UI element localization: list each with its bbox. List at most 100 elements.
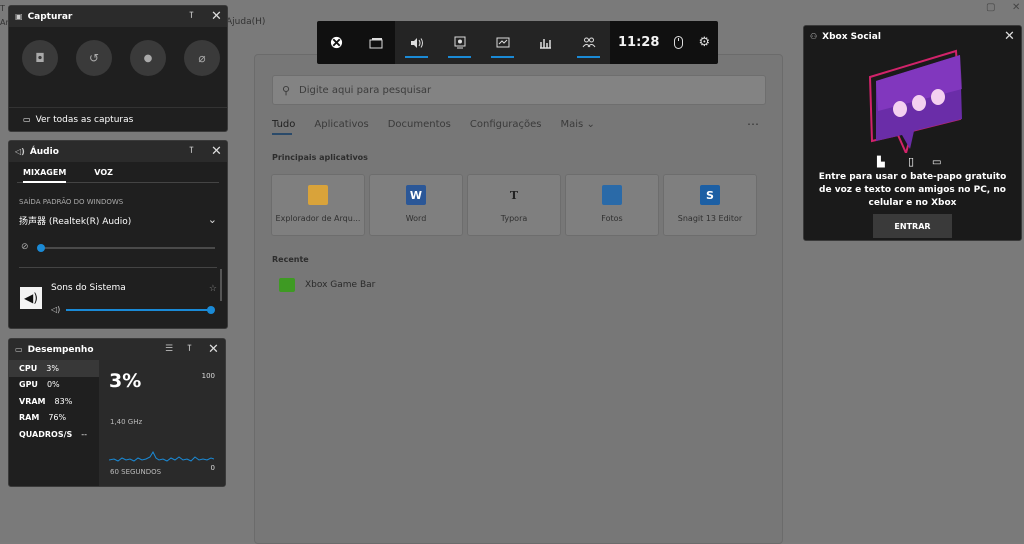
people-icon: ⚇ xyxy=(810,32,818,41)
top-apps-grid: Explorador de Arqu... W Word T Typora Fo… xyxy=(271,174,757,236)
social-body: ▙ ▯ ▭ Entre para usar o bate-papo gratui… xyxy=(804,47,1021,240)
pin-icon[interactable]: ⊺ xyxy=(187,344,198,355)
metric-list: CPU 3% GPU 0% VRAM 83% RAM 76% QUADROS/S -- xyxy=(9,360,99,443)
search-panel: ⚲ Digite aqui para pesquisar Tudo Aplica… xyxy=(254,54,783,544)
capture-icon: ▣ xyxy=(15,12,23,21)
speaker-icon xyxy=(410,37,423,48)
tab-voice[interactable]: VOZ xyxy=(88,162,121,182)
mic-off-icon: ⌀ xyxy=(198,51,206,65)
pin-icon[interactable]: ⊺ xyxy=(189,11,200,22)
app-volume-slider[interactable] xyxy=(66,306,215,314)
device-volume-slider[interactable] xyxy=(37,244,215,252)
search-icon: ⚲ xyxy=(281,83,291,97)
widget-menu-button[interactable] xyxy=(356,21,395,64)
search-tabs: Tudo Aplicativos Documentos Configuraçõe… xyxy=(272,119,614,135)
social-widget-button[interactable] xyxy=(567,21,610,64)
tab-more[interactable]: Mais ⌄ xyxy=(561,119,595,130)
app-volume-knob[interactable] xyxy=(207,306,215,314)
tab-mix[interactable]: MIXAGEM xyxy=(17,162,74,183)
screenshot-button[interactable]: ◘ xyxy=(22,40,58,76)
tab-settings[interactable]: Configurações xyxy=(470,119,542,130)
default-output-label: SAÍDA PADRÃO DO WINDOWS xyxy=(19,198,124,206)
search-input[interactable]: ⚲ Digite aqui para pesquisar xyxy=(272,75,766,105)
recent-item[interactable]: Xbox Game Bar xyxy=(279,278,375,292)
mic-toggle-button[interactable]: ⌀ xyxy=(184,40,220,76)
mouse-button[interactable] xyxy=(665,21,690,64)
resources-widget-button[interactable] xyxy=(524,21,567,64)
pc-icon: ▙ xyxy=(877,157,885,168)
metric-vram[interactable]: VRAM 83% xyxy=(9,393,99,410)
gamebar-icon xyxy=(279,278,295,292)
phone-icon: ▯ xyxy=(908,155,915,168)
app-tile[interactable]: T Typora xyxy=(467,174,561,236)
recent-title: Recente xyxy=(272,255,309,264)
metric-gpu[interactable]: GPU 0% xyxy=(9,377,99,394)
muted-speaker-icon[interactable]: ⊘ xyxy=(21,242,29,252)
tab-all[interactable]: Tudo xyxy=(272,119,295,135)
divider xyxy=(19,267,217,268)
record-dot-icon: ● xyxy=(143,52,153,64)
device-volume-knob[interactable] xyxy=(37,244,45,252)
capture-widget-button[interactable] xyxy=(438,21,481,64)
current-value: 3% xyxy=(109,370,142,392)
pin-icon[interactable]: ⊺ xyxy=(189,146,200,157)
settings-button[interactable]: ⚙ xyxy=(691,21,718,64)
close-icon[interactable]: ✕ xyxy=(211,144,222,159)
app-tile[interactable]: W Word xyxy=(369,174,463,236)
snagit-icon: S xyxy=(700,185,720,205)
graph-window: 60 SEGUNDOS xyxy=(110,468,162,476)
record-last-button[interactable]: ↺ xyxy=(76,40,112,76)
app-tile[interactable]: Fotos xyxy=(565,174,659,236)
close-window-icon[interactable]: ✕ xyxy=(1012,2,1020,13)
metric-ram[interactable]: RAM 76% xyxy=(9,410,99,427)
metric-cpu[interactable]: CPU 3% xyxy=(9,360,99,377)
audio-header[interactable]: ◁) Áudio ⊺ ✕ xyxy=(9,141,227,162)
capture-icon xyxy=(454,36,465,49)
performance-icon: ▭ xyxy=(15,345,23,354)
performance-widget: ▭ Desempenho ☰ ⊺ ✕ CPU 3% GPU 0% VRAM 83% R… xyxy=(8,338,226,487)
social-title: Xbox Social xyxy=(822,31,881,42)
top-apps-title: Principais aplicativos xyxy=(272,153,368,162)
start-recording-button[interactable]: ● xyxy=(130,40,166,76)
star-icon[interactable]: ☆ xyxy=(209,284,217,294)
audio-widget: ◁) Áudio ⊺ ✕ MIXAGEM VOZ SAÍDA PADRÃO DO… xyxy=(8,140,228,329)
close-icon[interactable]: ✕ xyxy=(1004,29,1015,44)
metric-fps[interactable]: QUADROS/S -- xyxy=(9,426,99,443)
photos-icon xyxy=(602,185,622,205)
chevron-down-icon[interactable]: ⌄ xyxy=(208,213,217,226)
performance-title: Desempenho xyxy=(27,344,94,355)
app-volume-fill xyxy=(66,309,212,311)
close-icon[interactable]: ✕ xyxy=(208,342,219,357)
view-all-captures-link[interactable]: ▭ Ver todas as capturas xyxy=(9,107,227,131)
app-tile[interactable]: S Snagit 13 Editor xyxy=(663,174,757,236)
restore-icon[interactable]: ▢ xyxy=(986,2,995,13)
ellipsis-icon[interactable]: ⋯ xyxy=(747,117,759,131)
performance-widget-button[interactable] xyxy=(481,21,524,64)
xbox-button[interactable] xyxy=(317,21,356,64)
scrollbar[interactable] xyxy=(220,269,222,301)
app-tile[interactable]: Explorador de Arqu... xyxy=(271,174,365,236)
social-header[interactable]: ⚇ Xbox Social ✕ xyxy=(804,26,1021,47)
tab-apps[interactable]: Aplicativos xyxy=(314,119,368,130)
camera-icon: ◘ xyxy=(35,51,45,65)
cpu-frequency: 1,40 GHz xyxy=(110,418,143,426)
tab-documents[interactable]: Documentos xyxy=(388,119,451,130)
social-message: Entre para usar o bate-papo gratuito de … xyxy=(818,172,1007,208)
audio-widget-button[interactable] xyxy=(395,21,438,64)
performance-icon xyxy=(496,37,509,47)
clock: 11:28 xyxy=(618,35,660,50)
capture-title: Capturar xyxy=(27,11,73,22)
people-icon xyxy=(582,37,595,48)
word-icon: W xyxy=(406,185,426,205)
capture-header[interactable]: ▣ Capturar ⊺ ✕ xyxy=(9,6,227,27)
output-device[interactable]: 扬声器 (Realtek(R) Audio) xyxy=(19,214,131,227)
capture-widget: ▣ Capturar ⊺ ✕ ◘ ↺ ● ⌀ ▭ Ver todas as ca… xyxy=(8,5,228,132)
performance-header[interactable]: ▭ Desempenho ☰ ⊺ ✕ xyxy=(9,339,225,360)
graph-min: 0 xyxy=(210,464,215,472)
background-menu-help[interactable]: Ajuda(H) xyxy=(226,17,265,27)
graph-max: 100 xyxy=(201,372,215,380)
sign-in-button[interactable]: ENTRAR xyxy=(873,214,952,238)
close-icon[interactable]: ✕ xyxy=(211,9,222,24)
mouse-icon xyxy=(673,36,683,49)
options-icon[interactable]: ☰ xyxy=(165,344,176,355)
